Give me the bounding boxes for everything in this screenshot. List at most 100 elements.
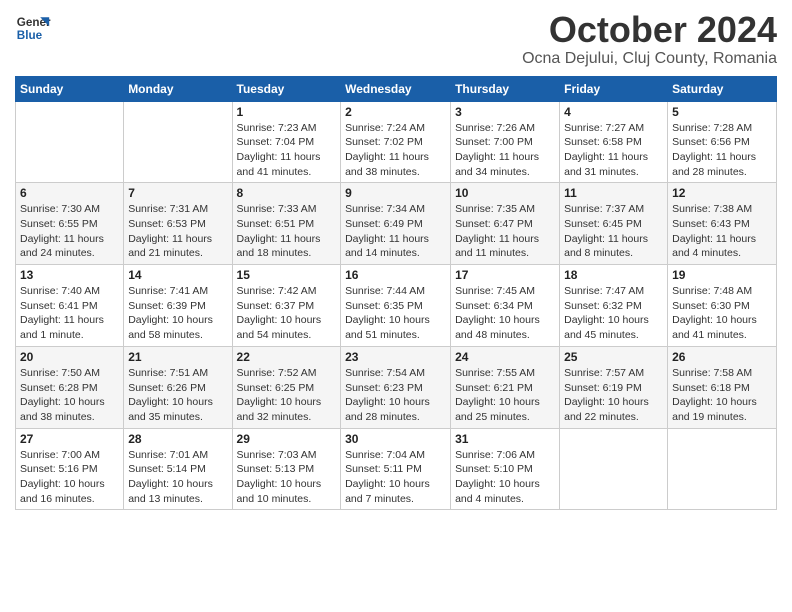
day-number: 19: [672, 268, 772, 282]
day-number: 18: [564, 268, 663, 282]
calendar-cell: 27 Sunrise: 7:00 AMSunset: 5:16 PMDayligh…: [16, 428, 124, 510]
day-info: Sunrise: 7:48 AMSunset: 6:30 PMDaylight:…: [672, 284, 772, 343]
calendar-cell: 9 Sunrise: 7:34 AMSunset: 6:49 PMDaylight…: [341, 183, 451, 265]
day-info: Sunrise: 7:04 AMSunset: 5:11 PMDaylight:…: [345, 448, 446, 507]
day-number: 7: [128, 186, 227, 200]
calendar-cell: 2 Sunrise: 7:24 AMSunset: 7:02 PMDaylight…: [341, 101, 451, 183]
calendar-cell: 16Sunrise: 7:44 AMSunset: 6:35 PMDayligh…: [341, 265, 451, 347]
calendar-cell: [16, 101, 124, 183]
day-info: Sunrise: 7:00 AMSunset: 5:16 PMDaylight:…: [20, 448, 119, 507]
calendar-cell: [668, 428, 777, 510]
day-number: 31: [455, 432, 555, 446]
calendar-cell: 1Sunrise: 7:23 AMSunset: 7:04 PMDaylight…: [232, 101, 341, 183]
day-info: Sunrise: 7:23 AMSunset: 7:04 PMDaylight:…: [237, 121, 337, 180]
calendar-cell: 3Sunrise: 7:26 AMSunset: 7:00 PMDaylight…: [451, 101, 560, 183]
calendar-cell: 12Sunrise: 7:38 AMSunset: 6:43 PMDayligh…: [668, 183, 777, 265]
month-title: October 2024: [522, 10, 777, 50]
calendar-week-row: 13Sunrise: 7:40 AMSunset: 6:41 PMDayligh…: [16, 265, 777, 347]
day-info: Sunrise: 7:37 AMSunset: 6:45 PMDaylight:…: [564, 202, 663, 261]
day-info: Sunrise: 7:06 AMSunset: 5:10 PMDaylight:…: [455, 448, 555, 507]
location-title: Ocna Dejului, Cluj County, Romania: [522, 50, 777, 68]
day-number: 3: [455, 105, 555, 119]
calendar-header-wednesday: Wednesday: [341, 76, 451, 101]
day-info: Sunrise: 7:24 AMSunset: 7:02 PMDaylight:…: [345, 121, 446, 180]
svg-text:Blue: Blue: [17, 29, 43, 42]
day-info: Sunrise: 7:52 AMSunset: 6:25 PMDaylight:…: [237, 366, 337, 425]
calendar-cell: 31 Sunrise: 7:06 AMSunset: 5:10 PMDayligh…: [451, 428, 560, 510]
day-number: 24: [455, 350, 555, 364]
calendar-header-thursday: Thursday: [451, 76, 560, 101]
day-info: Sunrise: 7:42 AMSunset: 6:37 PMDaylight:…: [237, 284, 337, 343]
day-info: Sunrise: 7:54 AMSunset: 6:23 PMDaylight:…: [345, 366, 446, 425]
day-number: 9: [345, 186, 446, 200]
calendar-cell: 28Sunrise: 7:01 AMSunset: 5:14 PMDayligh…: [124, 428, 232, 510]
calendar-week-row: 1Sunrise: 7:23 AMSunset: 7:04 PMDaylight…: [16, 101, 777, 183]
calendar-cell: [124, 101, 232, 183]
day-number: 25: [564, 350, 663, 364]
calendar-cell: 18 Sunrise: 7:47 AMSunset: 6:32 PMDayligh…: [560, 265, 668, 347]
day-number: 21: [128, 350, 227, 364]
day-number: 23: [345, 350, 446, 364]
calendar-header-monday: Monday: [124, 76, 232, 101]
header: General Blue October 2024 Ocna Dejului, …: [15, 10, 777, 68]
day-number: 2: [345, 105, 446, 119]
calendar-cell: 24 Sunrise: 7:55 AMSunset: 6:21 PMDayligh…: [451, 346, 560, 428]
day-number: 6: [20, 186, 119, 200]
day-info: Sunrise: 7:03 AMSunset: 5:13 PMDaylight:…: [237, 448, 337, 507]
calendar-header-friday: Friday: [560, 76, 668, 101]
day-info: Sunrise: 7:50 AMSunset: 6:28 PMDaylight:…: [20, 366, 119, 425]
calendar-cell: 5Sunrise: 7:28 AMSunset: 6:56 PMDaylight…: [668, 101, 777, 183]
calendar-cell: 29 Sunrise: 7:03 AMSunset: 5:13 PMDayligh…: [232, 428, 341, 510]
calendar-cell: 7 Sunrise: 7:31 AMSunset: 6:53 PMDaylight…: [124, 183, 232, 265]
day-info: Sunrise: 7:31 AMSunset: 6:53 PMDaylight:…: [128, 202, 227, 261]
day-number: 14: [128, 268, 227, 282]
day-info: Sunrise: 7:47 AMSunset: 6:32 PMDaylight:…: [564, 284, 663, 343]
day-number: 15: [237, 268, 337, 282]
day-info: Sunrise: 7:27 AMSunset: 6:58 PMDaylight:…: [564, 121, 663, 180]
day-number: 12: [672, 186, 772, 200]
day-number: 30: [345, 432, 446, 446]
day-number: 26: [672, 350, 772, 364]
calendar-cell: 20 Sunrise: 7:50 AMSunset: 6:28 PMDayligh…: [16, 346, 124, 428]
title-area: October 2024 Ocna Dejului, Cluj County, …: [522, 10, 777, 68]
calendar-table: SundayMondayTuesdayWednesdayThursdayFrid…: [15, 76, 777, 511]
calendar-cell: 30 Sunrise: 7:04 AMSunset: 5:11 PMDayligh…: [341, 428, 451, 510]
calendar-cell: 22 Sunrise: 7:52 AMSunset: 6:25 PMDayligh…: [232, 346, 341, 428]
calendar-cell: 17 Sunrise: 7:45 AMSunset: 6:34 PMDayligh…: [451, 265, 560, 347]
day-number: 4: [564, 105, 663, 119]
calendar-cell: 14 Sunrise: 7:41 AMSunset: 6:39 PMDayligh…: [124, 265, 232, 347]
calendar-header-sunday: Sunday: [16, 76, 124, 101]
day-number: 22: [237, 350, 337, 364]
calendar-cell: 10Sunrise: 7:35 AMSunset: 6:47 PMDayligh…: [451, 183, 560, 265]
calendar-cell: 11 Sunrise: 7:37 AMSunset: 6:45 PMDayligh…: [560, 183, 668, 265]
day-number: 11: [564, 186, 663, 200]
calendar-cell: 6 Sunrise: 7:30 AMSunset: 6:55 PMDaylight…: [16, 183, 124, 265]
calendar-cell: 4 Sunrise: 7:27 AMSunset: 6:58 PMDaylight…: [560, 101, 668, 183]
day-number: 20: [20, 350, 119, 364]
calendar-week-row: 6 Sunrise: 7:30 AMSunset: 6:55 PMDaylight…: [16, 183, 777, 265]
calendar-cell: 23 Sunrise: 7:54 AMSunset: 6:23 PMDayligh…: [341, 346, 451, 428]
day-info: Sunrise: 7:51 AMSunset: 6:26 PMDaylight:…: [128, 366, 227, 425]
calendar-cell: 15 Sunrise: 7:42 AMSunset: 6:37 PMDayligh…: [232, 265, 341, 347]
day-number: 27: [20, 432, 119, 446]
day-info: Sunrise: 7:35 AMSunset: 6:47 PMDaylight:…: [455, 202, 555, 261]
day-info: Sunrise: 7:41 AMSunset: 6:39 PMDaylight:…: [128, 284, 227, 343]
day-info: Sunrise: 7:45 AMSunset: 6:34 PMDaylight:…: [455, 284, 555, 343]
calendar-header-tuesday: Tuesday: [232, 76, 341, 101]
day-info: Sunrise: 7:34 AMSunset: 6:49 PMDaylight:…: [345, 202, 446, 261]
calendar-header-row: SundayMondayTuesdayWednesdayThursdayFrid…: [16, 76, 777, 101]
day-number: 17: [455, 268, 555, 282]
day-info: Sunrise: 7:30 AMSunset: 6:55 PMDaylight:…: [20, 202, 119, 261]
calendar-cell: 25Sunrise: 7:57 AMSunset: 6:19 PMDayligh…: [560, 346, 668, 428]
day-info: Sunrise: 7:33 AMSunset: 6:51 PMDaylight:…: [237, 202, 337, 261]
calendar-cell: 8 Sunrise: 7:33 AMSunset: 6:51 PMDaylight…: [232, 183, 341, 265]
day-number: 29: [237, 432, 337, 446]
day-number: 8: [237, 186, 337, 200]
logo: General Blue: [15, 10, 51, 46]
day-info: Sunrise: 7:44 AMSunset: 6:35 PMDaylight:…: [345, 284, 446, 343]
calendar-cell: 19 Sunrise: 7:48 AMSunset: 6:30 PMDayligh…: [668, 265, 777, 347]
day-number: 13: [20, 268, 119, 282]
day-info: Sunrise: 7:55 AMSunset: 6:21 PMDaylight:…: [455, 366, 555, 425]
calendar-cell: 21 Sunrise: 7:51 AMSunset: 6:26 PMDayligh…: [124, 346, 232, 428]
day-number: 5: [672, 105, 772, 119]
